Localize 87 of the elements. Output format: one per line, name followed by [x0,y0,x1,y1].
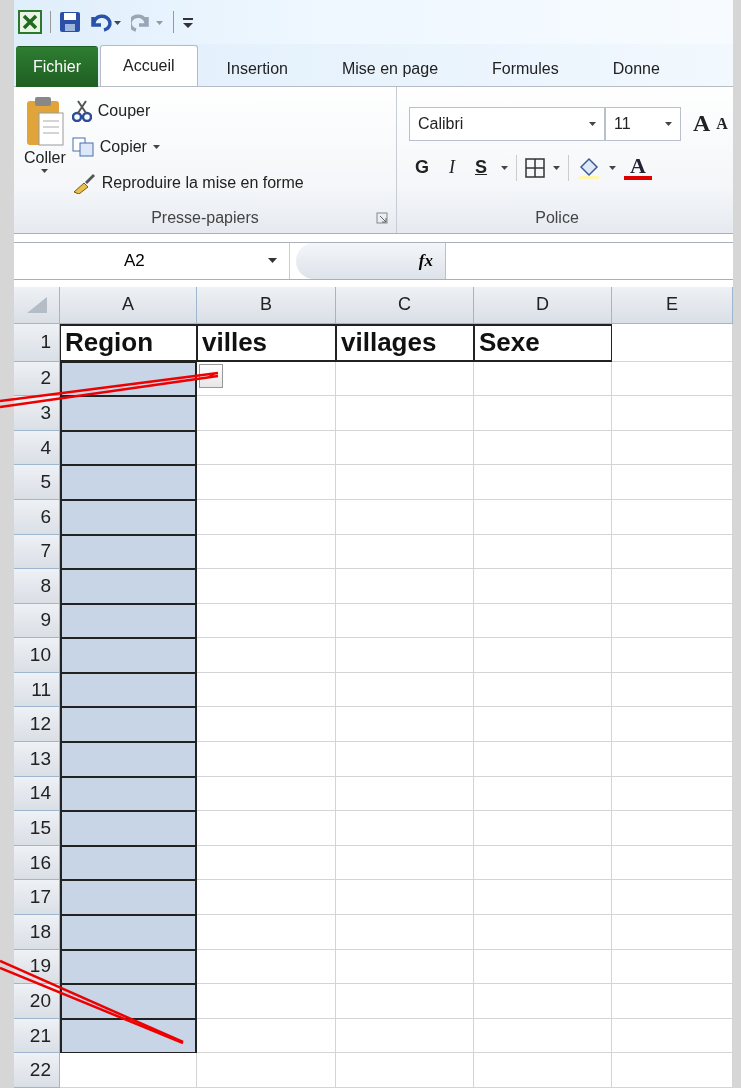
ribbon-command[interactable]: Copier [71,130,304,163]
ribbon-tab[interactable]: Accueil [100,44,198,86]
ribbon-command[interactable]: Couper [71,94,304,127]
fill-bucket-icon[interactable] [577,156,602,179]
brush-icon [71,171,96,194]
table-cell[interactable] [60,776,197,812]
borders-icon[interactable] [525,157,546,178]
italic-button[interactable]: I [443,157,461,179]
table-cell[interactable]: villages [336,323,474,362]
row-header[interactable]: 5 [14,465,60,500]
ribbon-command[interactable]: Reproduire la mise en forme [71,166,304,199]
row-header[interactable]: 17 [14,880,60,916]
ribbon-tab[interactable]: Insertion [199,49,315,87]
table-cell[interactable] [60,603,197,639]
table-cell[interactable] [60,915,197,950]
row-header[interactable]: 16 [14,845,60,881]
row-header[interactable]: 9 [14,603,60,639]
table-cell[interactable]: Sexe [474,323,612,362]
ribbon-tab[interactable]: Mise en page [314,49,466,87]
row-header[interactable]: 6 [14,499,60,535]
row-header[interactable]: 7 [14,534,60,570]
group-title: Presse-papiers [151,208,259,227]
font-color-button[interactable]: A [624,155,652,180]
row-header[interactable]: 13 [14,742,60,777]
caret-icon [589,121,596,126]
caret-icon [268,258,277,264]
row-header[interactable]: 10 [14,638,60,673]
table-cell[interactable] [60,811,197,846]
row-header[interactable]: 20 [14,984,60,1019]
table-cell[interactable] [60,742,197,777]
table-cell[interactable] [60,396,197,431]
row-header[interactable]: 15 [14,811,60,846]
column-header[interactable]: E [612,286,733,324]
excel-icon[interactable] [18,9,42,34]
table-cell[interactable] [60,672,197,708]
row-header[interactable]: 14 [14,776,60,812]
row-header[interactable]: 18 [14,915,60,950]
row-header[interactable]: 1 [14,323,60,362]
row-header[interactable]: 2 [14,361,60,397]
caret-icon [553,165,561,170]
table-cell[interactable] [60,569,197,604]
group-title: Police [535,208,579,227]
caret-icon [152,144,160,149]
table-cell[interactable] [60,534,197,570]
row-header[interactable]: 11 [14,672,60,708]
scissors-icon [71,99,92,122]
table-cell[interactable] [60,430,197,466]
column-header[interactable]: A [60,286,197,324]
caret-icon [501,165,509,170]
shrink-font-button[interactable]: A [716,114,728,133]
row-header[interactable]: 8 [14,569,60,604]
row-header[interactable]: 12 [14,707,60,743]
ribbon-tab[interactable]: Donne [585,49,687,87]
table-cell[interactable] [60,499,197,535]
caret-icon [609,165,617,170]
name-box[interactable]: A2 [14,242,290,279]
caret-icon [41,168,49,173]
column-header[interactable]: C [336,286,474,324]
grow-font-button[interactable]: A [687,110,717,138]
caret-icon [665,121,672,126]
font-size-field[interactable]: 11 [605,106,681,141]
row-header[interactable]: 4 [14,430,60,466]
table-cell[interactable] [60,949,197,985]
column-header[interactable]: B [197,286,336,324]
table-cell[interactable] [60,707,197,743]
table-cell[interactable] [60,638,197,673]
dialog-launcher-icon[interactable] [376,211,388,224]
font-name-field[interactable]: Calibri [409,106,605,141]
table-cell[interactable] [60,465,197,500]
ribbon-tab[interactable]: Fichier [16,45,98,87]
select-all-icon[interactable] [26,296,47,313]
clipboard-icon [24,94,65,147]
row-header[interactable]: 22 [14,1053,60,1088]
insert-function-button[interactable]: fx [296,242,446,279]
row-header[interactable]: 21 [14,1018,60,1054]
column-header[interactable]: D [474,286,612,324]
table-cell[interactable] [60,845,197,881]
underline-button[interactable]: S [469,157,494,179]
table-cell[interactable] [60,880,197,916]
ribbon-tab[interactable]: Formules [465,49,586,87]
paste-button[interactable]: Coller [14,86,72,203]
save-icon[interactable] [59,10,81,33]
table-cell[interactable]: villes [197,323,336,362]
copy-icon [71,136,94,157]
bold-button[interactable]: G [409,157,435,179]
table-cell[interactable] [60,984,197,1019]
caret-icon [207,373,215,378]
